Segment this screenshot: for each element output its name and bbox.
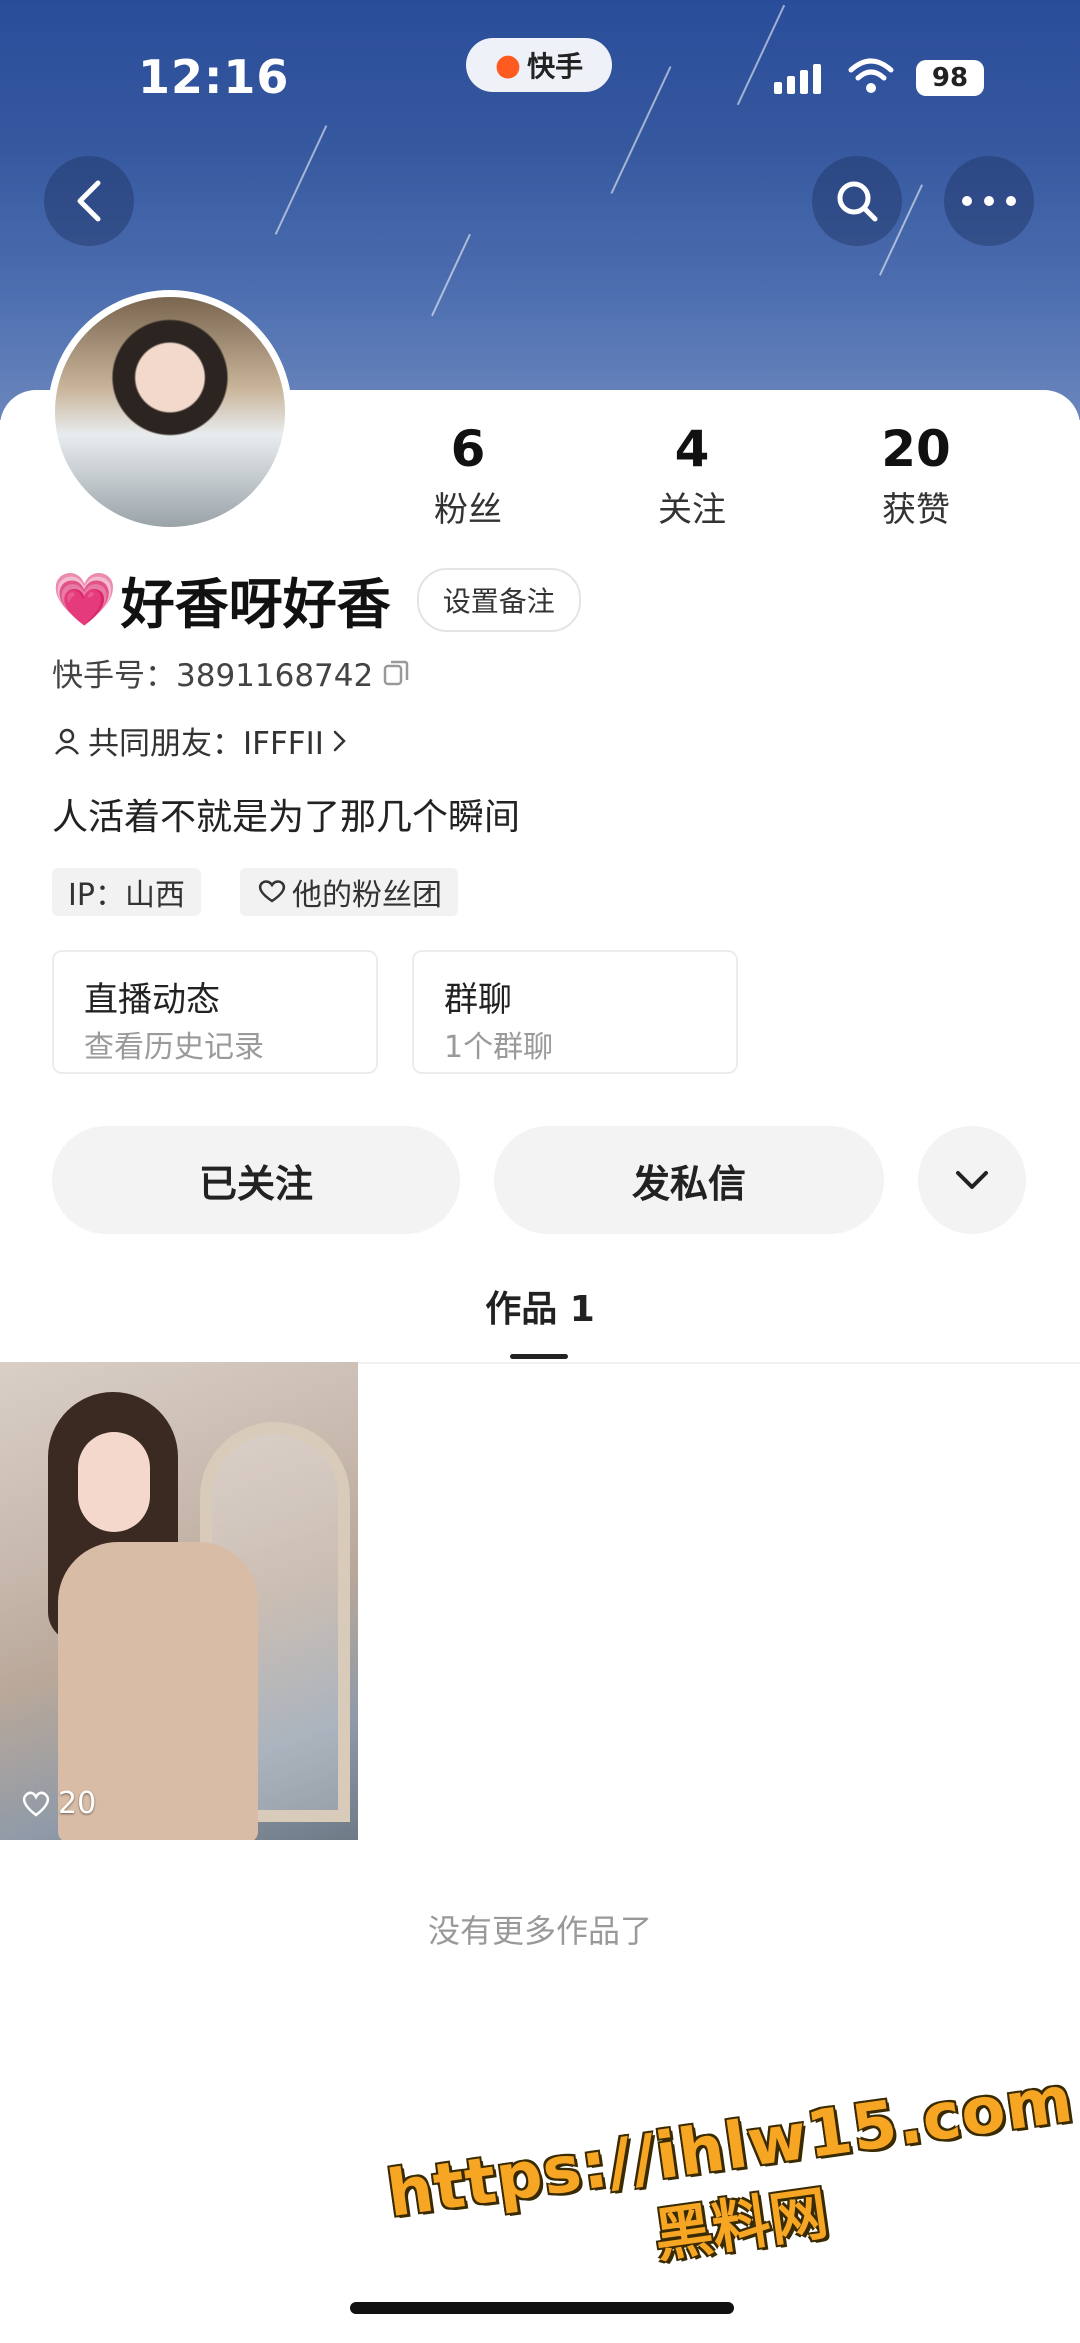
stat-likes-value: 20 <box>881 420 951 478</box>
home-indicator[interactable] <box>350 2302 734 2314</box>
following-button[interactable]: 已关注 <box>52 1126 460 1234</box>
fan-group-label: 他的粉丝团 <box>292 878 442 913</box>
send-message-label: 发私信 <box>631 1161 746 1206</box>
ip-tag: IP：山西 <box>52 868 201 916</box>
heart-icon: 💗 <box>52 570 117 630</box>
avatar[interactable] <box>48 290 292 534</box>
chevron-left-icon <box>77 180 101 222</box>
fan-group-tag[interactable]: 他的粉丝团 <box>240 868 458 916</box>
tab-works[interactable]: 作品 1 <box>0 1280 1080 1332</box>
mutual-friends-text: 共同朋友：IFFFII <box>88 726 324 762</box>
stat-fans[interactable]: 6 粉丝 <box>388 420 548 531</box>
group-chat-title: 群聊 <box>444 980 512 1020</box>
works-tab-bar: 作品 1 <box>0 1270 1080 1364</box>
group-chat-card[interactable]: 群聊 1个群聊 <box>412 950 738 1074</box>
bio: 人活着不就是为了那几个瞬间 <box>52 797 521 838</box>
no-more-works: 没有更多作品了 <box>427 1912 652 1950</box>
name-row: 💗 好香呀好香 设置备注 <box>52 560 581 639</box>
search-button[interactable] <box>812 156 902 246</box>
kuaishou-logo-icon: ● <box>494 47 522 83</box>
avatar-image <box>55 297 285 527</box>
status-time: 12:16 <box>138 50 290 104</box>
heart-outline-icon <box>22 1791 50 1817</box>
profile-name: 好香呀好香 <box>120 573 391 636</box>
kuaishou-id: 快手号：3891168742 <box>52 650 411 695</box>
work-likes: 20 <box>20 1786 96 1821</box>
more-button[interactable] <box>944 156 1034 246</box>
tab-underline <box>510 1354 568 1359</box>
live-history-card[interactable]: 直播动态 查看历史记录 <box>52 950 378 1074</box>
wifi-icon <box>848 58 894 98</box>
live-history-subtitle: 查看历史记录 <box>84 1030 264 1065</box>
signal-icon <box>774 64 821 94</box>
following-button-label: 已关注 <box>198 1161 313 1206</box>
group-chat-subtitle: 1个群聊 <box>444 1030 554 1065</box>
send-message-button[interactable]: 发私信 <box>494 1126 884 1234</box>
kuaishou-id-text: 快手号：3891168742 <box>52 658 374 694</box>
stat-fans-label: 粉丝 <box>434 490 502 530</box>
battery-indicator: 98 <box>916 60 984 96</box>
fan-group-icon <box>258 880 286 903</box>
ip-tag-label: IP：山西 <box>68 878 185 913</box>
stat-likes-label: 获赞 <box>882 490 950 530</box>
stat-following-label: 关注 <box>658 490 726 530</box>
face-shape <box>78 1432 150 1532</box>
search-icon <box>837 181 878 222</box>
chevron-down-icon <box>956 1171 988 1189</box>
copy-icon[interactable] <box>381 658 411 688</box>
person-icon <box>55 728 79 755</box>
rain-streak <box>431 233 471 317</box>
stat-following-value: 4 <box>674 420 710 478</box>
app-badge-label: 快手 <box>527 50 584 83</box>
app-badge[interactable]: ● 快手 <box>466 38 612 92</box>
mutual-friends[interactable]: 共同朋友：IFFFII <box>52 718 350 763</box>
more-icon <box>962 196 1016 206</box>
expand-button[interactable] <box>918 1126 1026 1234</box>
chevron-right-icon <box>333 730 346 751</box>
set-remark-button[interactable]: 设置备注 <box>416 567 581 632</box>
stat-following[interactable]: 4 关注 <box>612 420 772 531</box>
work-likes-count: 20 <box>58 1786 97 1821</box>
stat-fans-value: 6 <box>450 420 486 478</box>
stat-likes[interactable]: 20 获赞 <box>836 420 996 531</box>
work-thumbnail[interactable]: 20 <box>0 1362 358 1840</box>
back-button[interactable] <box>44 156 134 246</box>
status-bar: 12:16 ● 快手 98 <box>0 0 1080 160</box>
live-history-title: 直播动态 <box>84 980 220 1020</box>
